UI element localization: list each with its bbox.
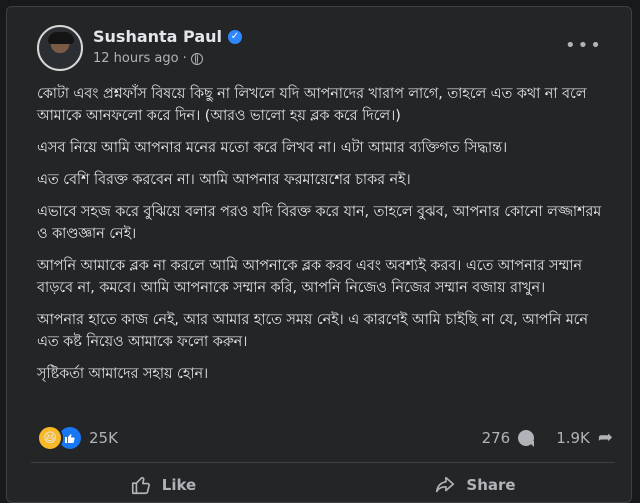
reactions-count: 25K — [89, 429, 118, 447]
like-label: Like — [161, 476, 197, 494]
post-card: Sushanta Paul ✓ 12 hours ago · ••• কোটা … — [6, 6, 632, 503]
like-thumb-glyph — [65, 434, 75, 443]
author-name[interactable]: Sushanta Paul — [93, 27, 222, 46]
post-paragraph: এসব নিয়ে আমি আপনার মনের মতো করে লিখব না… — [37, 140, 508, 156]
more-options-icon[interactable]: ••• — [565, 35, 601, 56]
post-body: কোটা এবং প্রশ্নফাঁস বিষয়ে কিছু না লিখলে… — [37, 83, 612, 395]
author-row: Sushanta Paul ✓ — [93, 27, 242, 46]
post-stats: 😆 25K 276 1.9K ➦ — [37, 425, 613, 453]
like-button[interactable]: Like — [7, 467, 319, 503]
post-paragraph: এভাবে সহজ করে বুঝিয়ে বলার পরও যদি বিরক্… — [37, 204, 602, 242]
post-paragraph: আপনি আমাকে ব্লক না করলে আমি আপনাকে ব্লক … — [37, 258, 582, 296]
divider — [31, 462, 615, 463]
like-icon — [131, 476, 150, 495]
share-button[interactable]: Share — [319, 467, 631, 503]
post-paragraph: এত বেশি বিরক্ত করবেন না। আমি আপনার ফরমায… — [37, 172, 411, 188]
shares-count[interactable]: 1.9K — [556, 429, 590, 447]
post-paragraph: সৃষ্টিকর্তা আমাদের সহায় হোন। — [37, 366, 209, 382]
reactions-summary[interactable]: 😆 25K — [37, 425, 118, 451]
share-label: Share — [466, 476, 516, 494]
comments-count[interactable]: 276 — [482, 429, 511, 447]
share-arrow-icon — [436, 476, 455, 493]
post-header: Sushanta Paul ✓ 12 hours ago · ••• — [37, 25, 613, 75]
avatar[interactable] — [37, 25, 83, 71]
engagement-stats: 276 1.9K ➦ — [482, 427, 613, 448]
haha-emoji-icon: 😆 — [37, 425, 63, 451]
comment-icon — [518, 429, 535, 447]
share-icon: ➦ — [597, 427, 613, 448]
action-bar: Like Share — [7, 467, 631, 503]
post-paragraph: আপনার হাতে কাজ নেই, আর আমার হাতে সময় নে… — [37, 312, 588, 350]
post-meta: 12 hours ago · — [93, 51, 203, 66]
post-timestamp[interactable]: 12 hours ago · — [93, 51, 187, 66]
verified-badge-icon: ✓ — [228, 29, 242, 44]
globe-icon — [190, 52, 203, 65]
post-paragraph: কোটা এবং প্রশ্নফাঁস বিষয়ে কিছু না লিখলে… — [37, 86, 587, 124]
